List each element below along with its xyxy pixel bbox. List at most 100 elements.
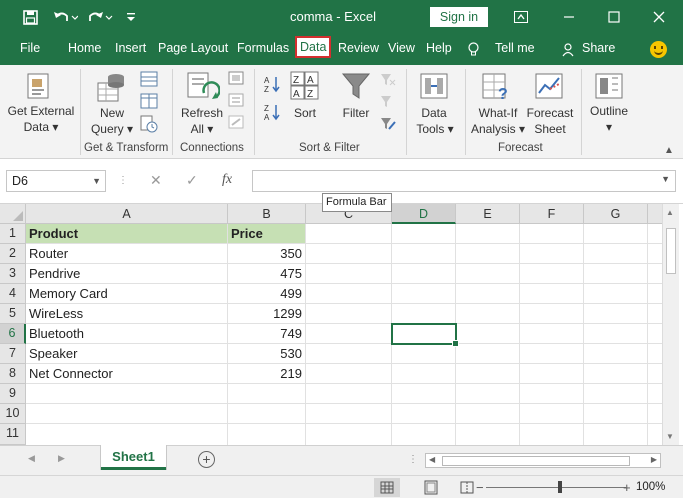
what-if-analysis-button-line2[interactable]: Analysis ▾	[466, 122, 530, 137]
scroll-up-icon[interactable]: ▲	[666, 208, 674, 217]
name-box[interactable]: D6 ▼	[6, 170, 106, 192]
tab-help[interactable]: Help	[426, 41, 452, 55]
column-header-e[interactable]: E	[456, 204, 520, 224]
new-query-icon[interactable]	[96, 71, 128, 106]
customize-toolbar-icon[interactable]	[124, 6, 138, 28]
tab-view[interactable]: View	[388, 41, 415, 55]
normal-view-button[interactable]	[374, 478, 400, 497]
sort-button[interactable]: Sort	[288, 106, 322, 121]
show-queries-icon[interactable]	[140, 71, 158, 90]
cancel-icon[interactable]: ✕	[150, 172, 162, 189]
what-if-analysis-button-line1[interactable]: What-If	[474, 106, 522, 121]
insert-function-icon[interactable]: fx	[222, 172, 232, 188]
get-external-data-icon[interactable]	[24, 71, 54, 104]
tab-split-handle-icon[interactable]: ⋮	[408, 454, 418, 465]
scroll-down-icon[interactable]: ▼	[666, 432, 674, 441]
vertical-scroll-thumb[interactable]	[666, 228, 676, 274]
refresh-all-icon[interactable]	[186, 71, 221, 108]
row-header-6[interactable]: 6	[0, 324, 26, 344]
redo-icon[interactable]	[85, 6, 115, 28]
zoom-out-icon[interactable]: −	[476, 480, 484, 495]
minimize-icon[interactable]	[560, 6, 578, 28]
sign-in-button[interactable]: Sign in	[430, 7, 488, 27]
refresh-all-button-line2[interactable]: All ▾	[184, 122, 220, 137]
from-table-icon[interactable]	[140, 93, 158, 112]
scroll-right-icon[interactable]: ▶	[651, 455, 657, 464]
prev-sheet-icon[interactable]: ◀	[28, 453, 35, 464]
filter-funnel-icon[interactable]	[341, 71, 371, 104]
zoom-slider-thumb[interactable]	[558, 481, 562, 493]
zoom-in-icon[interactable]: +	[623, 480, 631, 495]
new-query-button-line1[interactable]: New	[92, 106, 132, 121]
smiley-feedback-icon[interactable]	[650, 41, 667, 58]
outline-icon[interactable]	[594, 71, 624, 104]
row-header-7[interactable]: 7	[0, 344, 26, 364]
enter-check-icon[interactable]: ✓	[186, 172, 198, 189]
outline-button-line2[interactable]: ▾	[586, 120, 632, 135]
row-header-9[interactable]: 9	[0, 384, 26, 404]
vertical-scrollbar[interactable]: ▲ ▼	[662, 204, 679, 445]
zoom-slider[interactable]	[486, 487, 626, 488]
close-icon[interactable]	[650, 6, 668, 28]
column-header-f[interactable]: F	[520, 204, 584, 224]
undo-icon[interactable]	[50, 6, 80, 28]
get-external-data-button-line1[interactable]: Get External	[5, 104, 77, 119]
page-layout-view-button[interactable]	[418, 478, 444, 497]
column-header-d[interactable]: D	[392, 204, 456, 224]
connections-icon[interactable]	[228, 71, 244, 88]
tab-home[interactable]: Home	[68, 41, 101, 55]
new-query-button-line2[interactable]: Query ▾	[88, 122, 136, 137]
properties-icon[interactable]	[228, 93, 244, 110]
scroll-left-icon[interactable]: ◀	[429, 455, 435, 464]
row-header-11[interactable]: 11	[0, 424, 26, 445]
forecast-sheet-button-line1[interactable]: Forecast	[524, 106, 576, 121]
next-sheet-icon[interactable]: ▶	[58, 453, 65, 464]
ribbon-display-options-icon[interactable]	[512, 6, 530, 28]
collapse-ribbon-icon[interactable]: ▲	[664, 145, 674, 156]
row-header-10[interactable]: 10	[0, 404, 26, 424]
advanced-filter-icon[interactable]	[380, 117, 396, 134]
maximize-icon[interactable]	[605, 6, 623, 28]
column-header-a[interactable]: A	[26, 204, 228, 224]
forecast-sheet-button-line2[interactable]: Sheet	[528, 122, 572, 137]
save-icon[interactable]	[20, 6, 40, 28]
tab-insert[interactable]: Insert	[115, 41, 146, 55]
edit-links-icon[interactable]	[228, 115, 244, 132]
data-tools-button-line1[interactable]: Data	[414, 106, 454, 121]
horizontal-scroll-thumb[interactable]	[442, 456, 630, 466]
sort-a-to-z-icon[interactable]: AZ	[264, 75, 282, 96]
data-tools-button-line2[interactable]: Tools ▾	[412, 122, 458, 137]
recent-sources-icon[interactable]	[140, 115, 158, 136]
active-cell-d6[interactable]	[391, 323, 459, 347]
reapply-filter-icon[interactable]	[380, 95, 396, 112]
tab-formulas[interactable]: Formulas	[237, 41, 289, 55]
zoom-level[interactable]: 100%	[636, 481, 665, 493]
sort-dialog-icon[interactable]: ZAAZ	[290, 71, 320, 104]
worksheet-grid[interactable]: A B C D E F G 1 2 3 4 5 6 7 8 9 10 11 Pr…	[0, 204, 683, 445]
get-external-data-button-line2[interactable]: Data ▾	[5, 120, 77, 135]
data-tools-icon[interactable]	[419, 71, 449, 104]
formula-input[interactable]: ▼	[252, 170, 676, 192]
tab-file[interactable]: File	[20, 41, 40, 55]
row-header-2[interactable]: 2	[0, 244, 26, 264]
row-header-3[interactable]: 3	[0, 264, 26, 284]
tab-review[interactable]: Review	[338, 41, 379, 55]
chevron-down-icon[interactable]: ▼	[92, 171, 101, 191]
what-if-analysis-icon[interactable]: ?	[481, 71, 513, 106]
row-header-8[interactable]: 8	[0, 364, 26, 384]
horizontal-scrollbar[interactable]: ◀ ▶	[425, 453, 661, 468]
add-sheet-icon[interactable]: +	[198, 451, 215, 468]
column-header-g[interactable]: G	[584, 204, 648, 224]
tab-data[interactable]: Data	[294, 36, 332, 58]
tab-page-layout[interactable]: Page Layout	[158, 41, 228, 55]
row-header-1[interactable]: 1	[0, 224, 26, 244]
outline-button-line1[interactable]: Outline	[586, 104, 632, 119]
refresh-all-button-line1[interactable]: Refresh	[180, 106, 224, 121]
select-all-corner[interactable]	[0, 204, 26, 224]
share-button[interactable]: Share	[582, 41, 615, 55]
clear-filter-icon[interactable]	[380, 73, 396, 90]
filter-button[interactable]: Filter	[338, 106, 374, 121]
forecast-sheet-icon[interactable]	[534, 71, 566, 106]
tell-me-search[interactable]: Tell me	[495, 41, 535, 55]
column-header-b[interactable]: B	[228, 204, 306, 224]
